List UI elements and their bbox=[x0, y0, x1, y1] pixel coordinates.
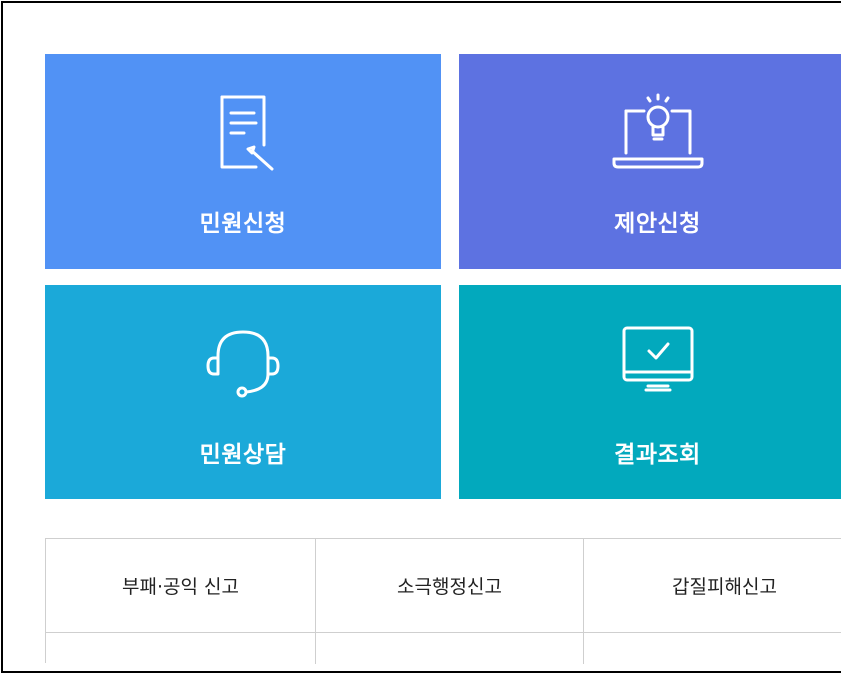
report-row-cell bbox=[584, 633, 841, 664]
tile-civil-consultation[interactable]: 민원상담 bbox=[45, 285, 441, 499]
report-row-cell bbox=[46, 633, 316, 664]
tile-result-inquiry[interactable]: 결과조회 bbox=[459, 285, 841, 499]
report-link-label: 소극행정신고 bbox=[397, 576, 502, 598]
headset-icon bbox=[198, 320, 288, 414]
document-pen-icon bbox=[198, 89, 288, 183]
report-link-power-abuse[interactable]: 갑질피해신고 bbox=[584, 539, 841, 633]
report-row-cell bbox=[316, 633, 584, 664]
report-link-label: 부패·공익 신고 bbox=[122, 576, 239, 598]
report-link-corruption[interactable]: 부패·공익 신고 bbox=[46, 539, 316, 633]
tile-label: 결과조회 bbox=[614, 442, 701, 468]
page-frame: 민원신청 제안신청 민원상담 결과조회 부패·공익 신고 소극행정신고 갑질피해… bbox=[1, 1, 841, 673]
report-link-passive-administration[interactable]: 소극행정신고 bbox=[316, 539, 584, 633]
tile-label: 민원상담 bbox=[199, 442, 287, 468]
tile-proposal-apply[interactable]: 제안신청 bbox=[459, 54, 841, 269]
tile-label: 민원신청 bbox=[199, 211, 287, 237]
report-link-label: 갑질피해신고 bbox=[672, 576, 777, 598]
tile-label: 제안신청 bbox=[614, 211, 701, 237]
laptop-lightbulb-icon bbox=[608, 89, 708, 183]
monitor-check-icon bbox=[608, 320, 708, 414]
tile-civil-complaint-apply[interactable]: 민원신청 bbox=[45, 54, 441, 269]
report-links-table: 부패·공익 신고 소극행정신고 갑질피해신고 bbox=[45, 538, 841, 664]
